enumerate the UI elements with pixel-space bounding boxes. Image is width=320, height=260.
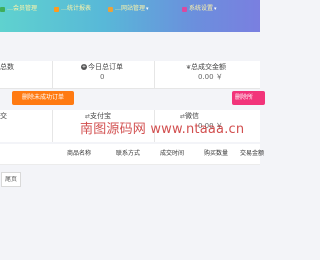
delete-unfinished-orders-button[interactable]: 删除未成功订单 [12, 91, 74, 105]
plus-circle-icon: + [81, 64, 87, 70]
stat-today-orders: + 今日总订单 0 [53, 61, 154, 89]
nav-item-settings[interactable]: 系统设置 ▾ [182, 3, 217, 15]
stat-today-orders-value: 0 [100, 73, 105, 81]
stat-total-count-label: 总数 [0, 63, 14, 71]
stat-today-orders-label: 今日总订单 [88, 63, 123, 71]
orders-table-header: 商品名称 联系方式 成交时间 购买数量 交易金额 [0, 144, 264, 165]
column-header-quantity[interactable]: 购买数量 [204, 150, 228, 158]
nav-item-site-label: …网站管理 [115, 5, 146, 12]
order-stats-panel: 总数 + 今日总订单 0 ❦总成交金额 0.00 ￥ [0, 61, 260, 89]
users-icon [0, 6, 5, 12]
column-header-time[interactable]: 成交时间 [160, 150, 184, 158]
stat-total-count: 总数 [0, 61, 50, 89]
nav-item-reports-label: …统计报表 [61, 5, 92, 12]
column-header-product[interactable]: 商品名称 [67, 150, 91, 158]
top-navigation-bar: …会员管理 …统计报表 …网站管理 ▾ 系统设置 ▾ [0, 0, 260, 32]
stat-total-amount-heading: ❦总成交金额 [186, 63, 226, 72]
nav-item-members[interactable]: …会员管理 [0, 3, 37, 15]
stat-total-amount-value: 0.00 ￥ [198, 73, 223, 81]
stat-payment-first: 交 [0, 110, 50, 138]
last-page-button[interactable]: 尾页 [1, 172, 21, 187]
column-header-contact[interactable]: 联系方式 [116, 150, 140, 158]
stat-payment-first-label: 交 [0, 112, 7, 120]
chevron-down-icon: ▾ [214, 6, 217, 12]
watermark: 南图源码网 www.ntaaa.cn [80, 122, 245, 137]
nav-item-reports[interactable]: …统计报表 [54, 3, 91, 15]
column-header-amount[interactable]: 交易金额 [240, 150, 264, 158]
stat-total-amount-label: 总成交金额 [191, 63, 227, 71]
stat-alipay-heading: ⇄支付宝 [85, 112, 111, 121]
delete-all-button[interactable]: 删除所 [232, 91, 265, 105]
nav-item-members-label: …会员管理 [7, 5, 38, 12]
gear-icon [182, 6, 187, 12]
nav-item-site[interactable]: …网站管理 ▾ [108, 3, 149, 15]
nav-item-settings-label: 系统设置 [189, 5, 214, 12]
globe-icon [108, 6, 113, 12]
chart-icon [54, 6, 59, 12]
stat-wechat-label: 微信 [185, 112, 200, 120]
divider [0, 88, 260, 89]
stat-alipay-label: 支付宝 [90, 112, 112, 120]
stat-wechat-heading: ⇄微信 [180, 112, 199, 121]
stat-today-orders-heading: + 今日总订单 [81, 63, 123, 72]
chevron-down-icon: ▾ [146, 6, 149, 12]
stat-total-amount: ❦总成交金额 0.00 ￥ [155, 61, 260, 89]
